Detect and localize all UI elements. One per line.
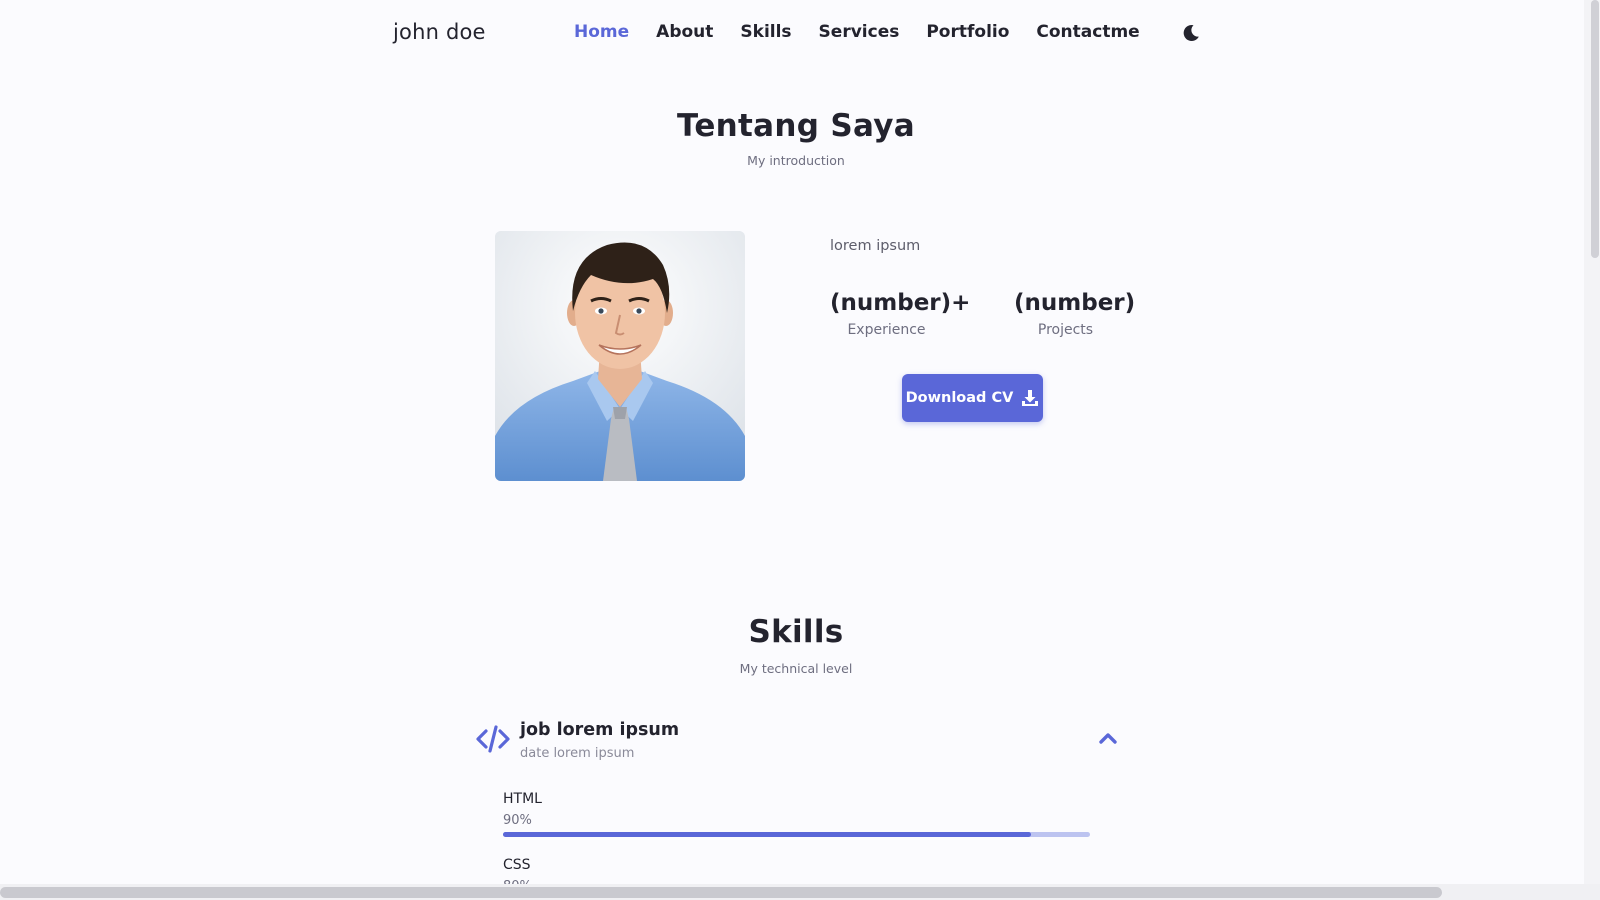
stat-projects: (number) Projects (1014, 290, 1136, 338)
nav-home[interactable]: Home (574, 22, 629, 42)
skills-title: Skills (748, 614, 844, 650)
skill-name: CSS (503, 857, 531, 873)
stat-label: Experience (847, 322, 926, 338)
download-cv-label: Download CV (905, 390, 1014, 406)
moon-icon[interactable] (1181, 23, 1201, 43)
nav-contactme[interactable]: Contactme (1036, 22, 1139, 42)
skills-group-title: job lorem ipsum (520, 720, 680, 740)
code-icon (476, 725, 510, 753)
stat-number: (number)+ (830, 290, 971, 316)
horizontal-scrollbar-thumb[interactable] (0, 887, 1442, 898)
profile-photo (495, 231, 745, 481)
about-title: Tentang Saya (677, 108, 915, 144)
chevron-up-icon[interactable] (1098, 730, 1118, 746)
about-subtitle: My introduction (747, 153, 845, 168)
download-icon (1022, 390, 1039, 406)
skill-percent: 90% (503, 813, 532, 828)
stat-number: (number) (1014, 290, 1136, 316)
vertical-scrollbar-thumb[interactable] (1591, 0, 1599, 258)
main-nav: Home About Skills Services Portfolio Con… (574, 22, 1167, 42)
download-cv-button[interactable]: Download CV (902, 374, 1043, 422)
skills-group-date: date lorem ipsum (520, 746, 635, 761)
site-logo[interactable]: john doe (393, 20, 486, 44)
skill-bar (503, 832, 1090, 837)
skills-subtitle: My technical level (739, 661, 853, 676)
skill-bar-fill (503, 832, 1032, 837)
skills-group-header[interactable]: job lorem ipsum date lorem ipsum (476, 718, 1120, 768)
about-description: lorem ipsum (830, 238, 921, 254)
stat-experience: (number)+ Experience (830, 290, 971, 338)
nav-about[interactable]: About (656, 22, 713, 42)
skill-name: HTML (503, 791, 542, 807)
site-header: john doe Home About Skills Services Port… (0, 0, 1584, 66)
nav-portfolio[interactable]: Portfolio (926, 22, 1009, 42)
nav-services[interactable]: Services (819, 22, 900, 42)
stat-label: Projects (1037, 322, 1094, 338)
nav-skills[interactable]: Skills (740, 22, 791, 42)
